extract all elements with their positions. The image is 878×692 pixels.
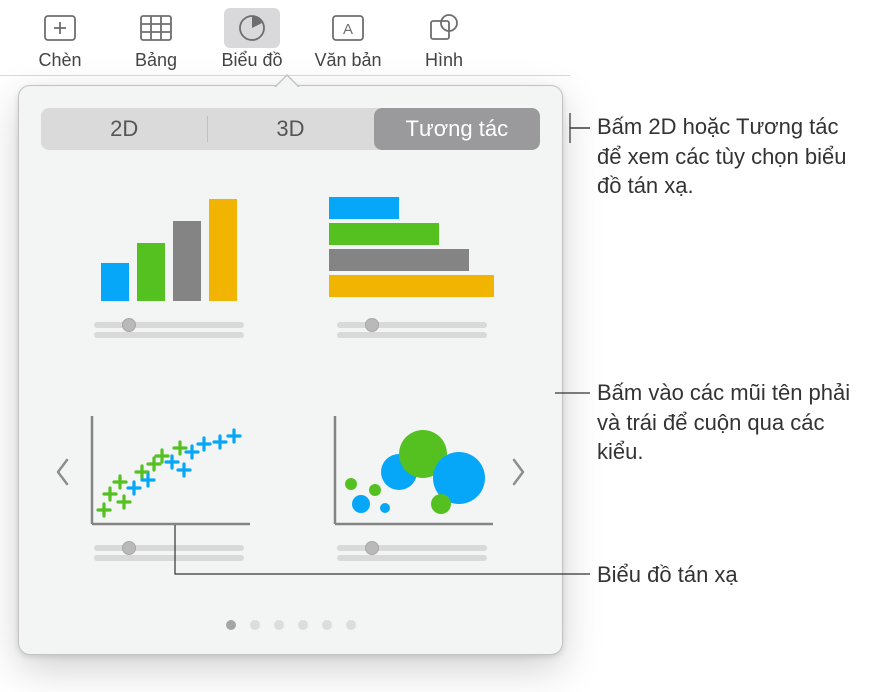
chart-option-scatter[interactable] xyxy=(75,411,263,561)
slider-control[interactable] xyxy=(337,545,487,561)
column-chart-icon xyxy=(79,188,259,308)
toolbar-table-button[interactable]: Bảng xyxy=(108,6,204,71)
scatter-chart-icon xyxy=(79,411,259,531)
chevron-left-icon xyxy=(54,457,72,487)
tab-2d[interactable]: 2D xyxy=(41,108,207,150)
next-style-arrow[interactable] xyxy=(504,450,532,494)
callout-scatter-label: Biểu đồ tán xạ xyxy=(597,560,857,590)
toolbar-text-button[interactable]: A Văn bản xyxy=(300,6,396,71)
toolbar-table-label: Bảng xyxy=(135,50,177,71)
slider-control[interactable] xyxy=(94,322,244,338)
pie-chart-icon xyxy=(237,13,267,43)
toolbar-chart-button[interactable]: Biểu đồ xyxy=(204,6,300,71)
insert-icon xyxy=(43,14,77,42)
callout-tabs-hint: Bấm 2D hoặc Tương tác để xem các tùy chọ… xyxy=(597,112,857,201)
page-dot[interactable] xyxy=(250,620,260,630)
bubble-chart-icon xyxy=(322,411,502,531)
chart-grid xyxy=(41,150,540,640)
page-dot[interactable] xyxy=(346,620,356,630)
chevron-right-icon xyxy=(509,457,527,487)
shape-icon xyxy=(427,13,461,43)
chart-type-segmented: 2D 3D Tương tác xyxy=(41,108,540,150)
slider-control[interactable] xyxy=(337,322,487,338)
tab-3d[interactable]: 3D xyxy=(207,108,373,150)
svg-text:A: A xyxy=(343,21,353,38)
bar-chart-icon xyxy=(322,188,502,308)
toolbar-insert-label: Chèn xyxy=(38,50,81,71)
page-dot[interactable] xyxy=(298,620,308,630)
toolbar-shape-button[interactable]: Hình xyxy=(396,6,492,71)
slider-control[interactable] xyxy=(94,545,244,561)
prev-style-arrow[interactable] xyxy=(49,450,77,494)
page-dots xyxy=(41,614,540,634)
chart-option-column[interactable] xyxy=(75,188,263,338)
page-dot[interactable] xyxy=(226,620,236,630)
text-box-icon: A xyxy=(331,14,365,42)
chart-option-bubble[interactable] xyxy=(318,411,506,561)
toolbar-shape-label: Hình xyxy=(425,50,463,71)
toolbar-text-label: Văn bản xyxy=(314,50,381,71)
chart-option-bar[interactable] xyxy=(318,188,506,338)
chart-popover: 2D 3D Tương tác xyxy=(18,85,563,655)
tab-interactive[interactable]: Tương tác xyxy=(374,108,540,150)
page-dot[interactable] xyxy=(322,620,332,630)
toolbar: Chèn Bảng Biểu đồ A xyxy=(0,0,570,76)
toolbar-chart-label: Biểu đồ xyxy=(221,50,282,71)
callout-arrows-hint: Bấm vào các mũi tên phải và trái để cuộn… xyxy=(597,378,867,467)
toolbar-insert-button[interactable]: Chèn xyxy=(12,6,108,71)
table-icon xyxy=(139,14,173,42)
page-dot[interactable] xyxy=(274,620,284,630)
